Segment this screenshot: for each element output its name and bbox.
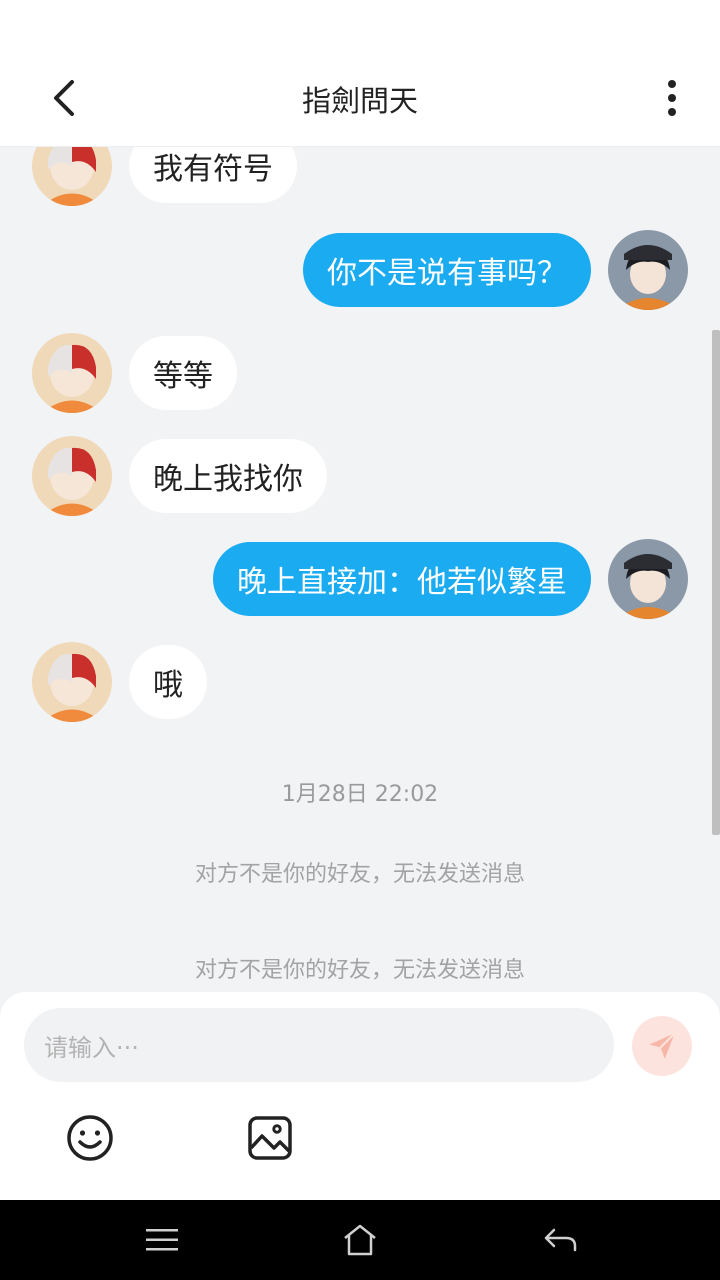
message-bubble[interactable]: 晚上我找你 [129, 439, 327, 513]
nav-home-button[interactable] [340, 1220, 380, 1260]
more-vertical-icon [668, 80, 676, 116]
avatar[interactable] [608, 539, 688, 619]
message-item: 你不是说有事吗？ [303, 230, 688, 310]
back-arrow-icon [544, 1228, 577, 1252]
message-bubble[interactable]: 我有符号 [129, 146, 297, 203]
message-bubble[interactable]: 晚上直接加：他若似繁星 [213, 542, 591, 616]
message-item: 我有符号 [32, 146, 297, 206]
system-nav-bar [0, 1200, 720, 1280]
chat-header: 指劍問天 [0, 50, 720, 147]
message-bubble[interactable]: 哦 [129, 645, 207, 719]
message-input[interactable]: 请输入··· [24, 1008, 614, 1082]
image-button[interactable] [246, 1114, 294, 1162]
more-options-button[interactable] [648, 74, 696, 122]
composer: 请输入··· [0, 992, 720, 1200]
message-item: 等等 [32, 333, 237, 413]
message-timestamp: 1月28日 22:02 [281, 782, 439, 807]
message-bubble[interactable]: 等等 [129, 336, 237, 410]
send-button[interactable] [632, 1016, 692, 1076]
avatar[interactable] [32, 146, 112, 206]
page-title: 指劍問天 [301, 84, 418, 118]
system-notice: 对方不是你的好友，无法发送消息 [194, 862, 525, 887]
emoji-button[interactable] [66, 1114, 114, 1162]
avatar[interactable] [608, 230, 688, 310]
image-icon [248, 1116, 292, 1160]
nav-back-button[interactable] [540, 1220, 580, 1260]
paper-plane-icon [649, 1032, 676, 1059]
system-notice: 对方不是你的好友，无法发送消息 [194, 958, 525, 983]
message-item: 哦 [32, 642, 207, 722]
smiley-icon [67, 1115, 113, 1161]
avatar[interactable] [32, 642, 112, 722]
menu-icon [146, 1229, 178, 1251]
status-bar [0, 0, 720, 50]
home-icon [344, 1224, 376, 1256]
nav-menu-button[interactable] [142, 1220, 182, 1260]
message-item: 晚上我找你 [32, 436, 327, 516]
avatar[interactable] [32, 333, 112, 413]
scrollbar[interactable] [712, 330, 720, 835]
message-item: 晚上直接加：他若似繁星 [213, 539, 688, 619]
message-list[interactable]: 我有符号 你不是说有事吗？ 等等 晚上我找你 晚上直接加：他若似繁星 哦 1月2… [0, 146, 720, 992]
avatar[interactable] [32, 436, 112, 516]
message-bubble[interactable]: 你不是说有事吗？ [303, 233, 591, 307]
